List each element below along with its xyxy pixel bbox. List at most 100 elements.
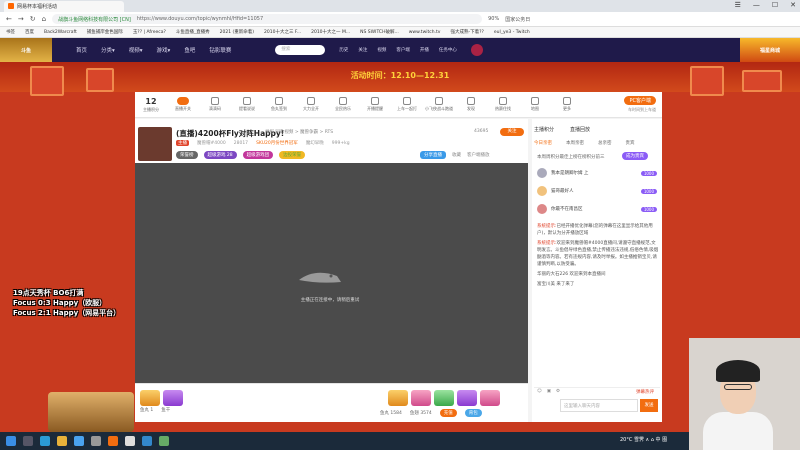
app-icon[interactable] (108, 436, 118, 446)
charge-button[interactable]: 充值 (439, 409, 457, 417)
gift-item-icon[interactable] (411, 390, 431, 406)
gift-item-icon[interactable] (163, 390, 183, 406)
back-icon[interactable]: ← (6, 15, 12, 23)
broadcast-icon[interactable]: 开播 (420, 47, 429, 53)
streamer-avatar[interactable] (138, 127, 172, 161)
browser-tab[interactable]: 网易杯本福利活动 (4, 0, 124, 12)
close-button[interactable]: ✕ (790, 1, 796, 9)
app-icon[interactable] (142, 436, 152, 446)
url-field[interactable]: 战旗斗鱼网络科技有限公司 [CN] https://www.douyu.com/… (52, 14, 483, 24)
client-play-button[interactable]: 客户端播放 (467, 152, 490, 158)
toolbar-item[interactable]: 发现 (455, 97, 487, 112)
app-icon[interactable] (125, 436, 135, 446)
achievement-tag[interactable]: SKU20月份世界冠军 (256, 140, 298, 146)
home-icon[interactable]: ⌂ (42, 15, 46, 23)
toolbar-item[interactable]: 更多 (551, 97, 583, 112)
toolbar-item[interactable]: 热赛住找 (487, 97, 519, 112)
follow-button[interactable]: 关注 (500, 128, 524, 136)
tab-vip[interactable]: 贵宾 (626, 140, 635, 146)
toolbar-item[interactable]: 大力全开 (295, 97, 327, 112)
emoji-icon[interactable]: ☺ (537, 389, 542, 394)
bookmark-item[interactable]: 百度 (25, 29, 34, 35)
nav-item-league[interactable]: 钻影联赛 (209, 46, 231, 54)
gift-item-icon[interactable] (457, 390, 477, 406)
nav-item-games[interactable]: 游戏▾ (157, 46, 171, 54)
gift-item-icon[interactable] (480, 390, 500, 406)
history-icon[interactable]: 历史 (339, 47, 348, 53)
nav-item-category[interactable]: 分类▾ (101, 46, 115, 54)
bookmark-item[interactable]: 2021 (重新命着) (220, 29, 254, 35)
bookmark-item[interactable]: 捕鱼捕岸金色国际 (87, 29, 123, 35)
fan-group[interactable]: 魔幻早晚 (306, 140, 324, 146)
nav-item-video[interactable]: 视频▾ (129, 46, 143, 54)
rank-row[interactable]: 你最不在南昌区 1000 (537, 204, 657, 214)
toolbar-item[interactable]: 开播提醒 (359, 97, 391, 112)
address-search-hint[interactable]: 国家公务日 (505, 16, 530, 23)
settings-icon[interactable]: ⚙ (556, 389, 560, 394)
nav-item-home[interactable]: 首页 (76, 46, 87, 54)
site-search-input[interactable]: 搜索 (275, 45, 326, 55)
bookmark-item[interactable]: Back2Warcraft (44, 30, 77, 35)
nav-item-yuba[interactable]: 鱼吧 (184, 46, 195, 54)
toolbar-item[interactable]: 上车一起打 (391, 97, 423, 112)
toolbar-item[interactable]: 直播开关 (167, 97, 199, 112)
rank-row[interactable]: 我本是朗卿尔姆 上 1000 (537, 168, 657, 178)
tag-item[interactable]: 边投荣誉 (279, 151, 306, 159)
browser-icon[interactable] (74, 436, 84, 446)
task-center-icon[interactable]: 任务中心 (439, 47, 457, 53)
client-icon[interactable]: 客户端 (396, 47, 410, 53)
follow-icon[interactable]: 关注 (358, 47, 367, 53)
streamer-name[interactable]: 魔兽帽#4000 (197, 140, 226, 146)
bookmark-item[interactable]: 斗鱼直播_直播秀 (176, 29, 210, 35)
toolbar-item[interactable]: 全民热乐 (327, 97, 359, 112)
user-avatar[interactable] (470, 44, 483, 56)
tab-today[interactable]: 今日亲密 (534, 140, 552, 146)
site-logo[interactable]: 斗鱼 (0, 38, 52, 62)
gift-item-icon[interactable] (388, 390, 408, 406)
tag-item[interactable]: 荣誉榜 (176, 151, 198, 159)
bookmark-item[interactable]: 2010十大之三 F... (264, 29, 301, 35)
bookmark-item[interactable]: 强大成熟-下着?? (450, 29, 483, 35)
room-category[interactable]: 举报 同款视频 > 魔兽争霸 > RTS (265, 129, 333, 135)
tag-item[interactable]: 超级游戏 28 (203, 151, 237, 159)
video-icon[interactable]: 视频 (377, 47, 386, 53)
folder-icon[interactable] (57, 436, 67, 446)
app-icon[interactable] (159, 436, 169, 446)
tab-score[interactable]: 主播积分 (534, 126, 554, 133)
gift-item-icon[interactable] (434, 390, 454, 406)
search-icon[interactable] (23, 436, 33, 446)
score-counter[interactable]: 12 主播积分 (135, 97, 167, 113)
share-button[interactable]: 分享直播 (420, 151, 446, 159)
pc-client-button[interactable]: PC客户端 (624, 96, 656, 105)
toolbar-item[interactable]: 小飞侠战斗跑道 (423, 97, 455, 112)
minimize-button[interactable]: — (753, 1, 760, 9)
send-button[interactable]: 发送 (640, 399, 658, 412)
toolbar-item[interactable]: 地图 (519, 97, 551, 112)
bag-button[interactable]: 背包 (464, 409, 482, 417)
bookmark-item[interactable]: NS SWITCH破解... (360, 29, 399, 35)
bookmark-item[interactable]: 2010十大之一 M... (311, 29, 350, 35)
tab-total[interactable]: 总亲密 (598, 140, 612, 146)
bookmark-item[interactable]: 玉?? | Afreeca? (133, 29, 166, 35)
zoom-level[interactable]: 90% (488, 16, 499, 22)
tag-item[interactable]: 超级游戏团 (242, 151, 274, 159)
become-vip-button[interactable]: 成为贵宾 (622, 152, 648, 160)
bookmark-item[interactable]: 书签 (6, 29, 15, 35)
hot-barrage-toggle[interactable]: 弹幕热评 (636, 389, 654, 395)
promo-badge[interactable]: 福星商城 (740, 38, 800, 62)
rank-row[interactable]: 猫哥最好人 1000 (537, 186, 657, 196)
system-tray[interactable]: 20°C 雪霁 ∧ ⌂ 中 图 (620, 436, 667, 443)
toolbar-item[interactable]: 鱼丸签到 (263, 97, 295, 112)
refresh-icon[interactable]: ↻ (30, 15, 36, 23)
chat-input[interactable]: 这里输入聊天内容 (560, 399, 638, 412)
bookmark-item[interactable]: www.twitch.tv (409, 30, 441, 35)
bookmark-item[interactable]: eul_ye3 - Twitch (494, 30, 530, 35)
edge-icon[interactable] (40, 436, 50, 446)
start-icon[interactable] (6, 436, 16, 446)
app-icon[interactable] (91, 436, 101, 446)
gift-item-icon[interactable] (140, 390, 160, 406)
collect-button[interactable]: 收藏 (452, 152, 461, 158)
toolbar-item[interactable]: 提看说说 (231, 97, 263, 112)
tab-week[interactable]: 本周亲密 (566, 140, 584, 146)
maximize-button[interactable]: ☐ (772, 1, 778, 9)
